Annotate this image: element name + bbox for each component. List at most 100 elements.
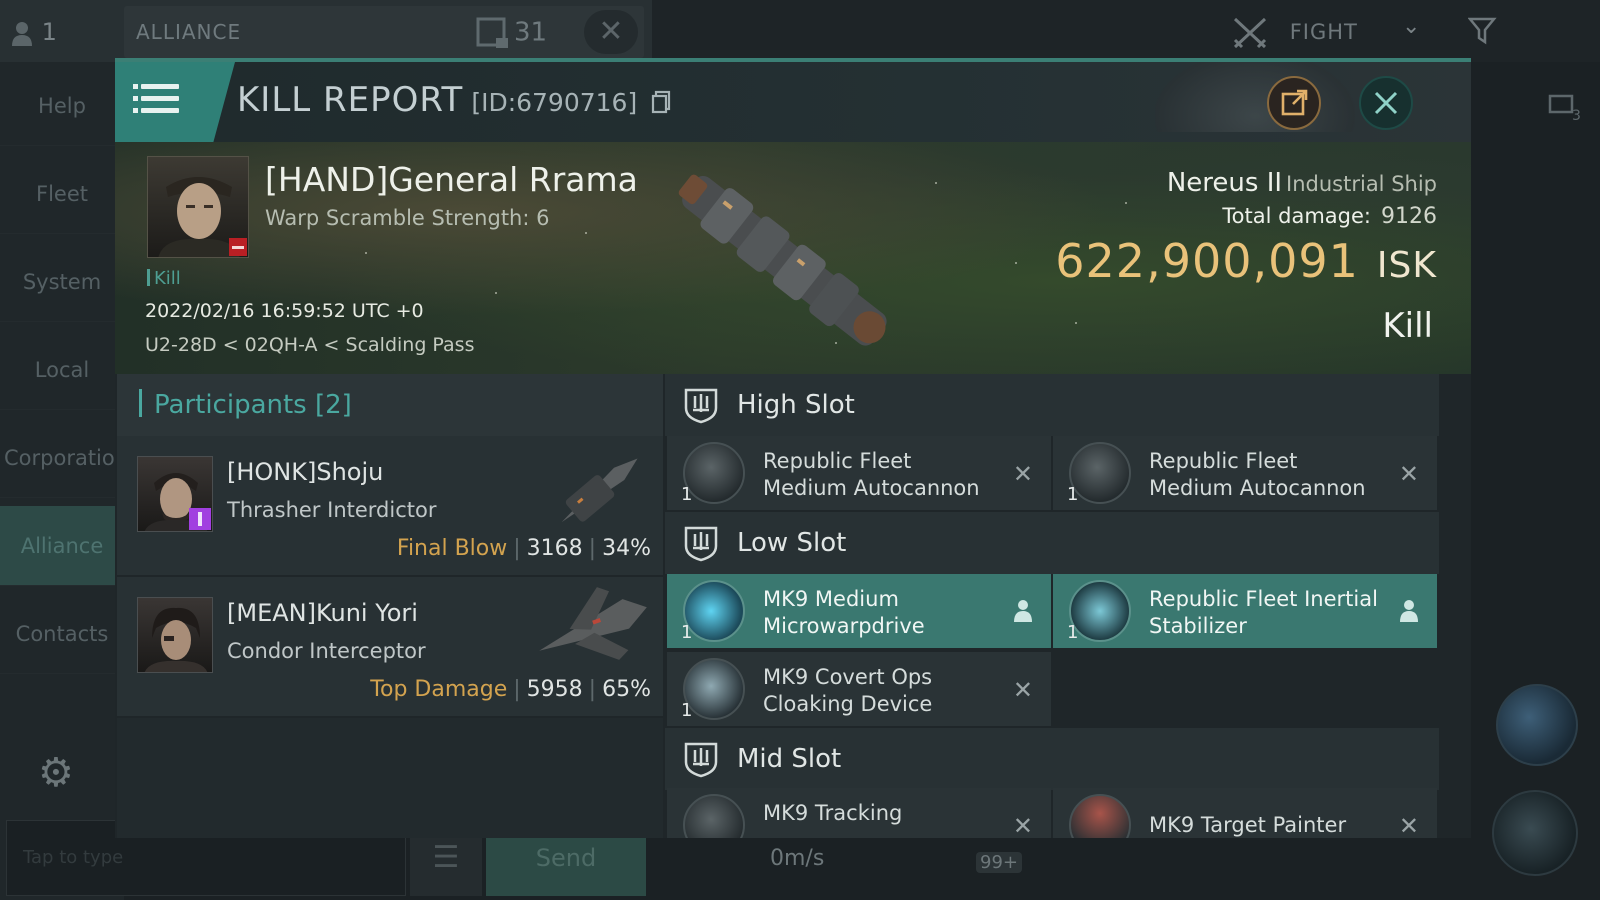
shield-slot-icon	[684, 526, 718, 562]
participant-role: Final Blow	[396, 536, 508, 561]
mail-count: 3	[1572, 108, 1581, 122]
sidebar-item-system[interactable]: System	[0, 242, 124, 322]
share-icon	[1281, 89, 1308, 116]
isk-amount: 622,900,091	[1055, 234, 1359, 288]
module-item[interactable]: MK9 Tracking ✕	[667, 788, 1051, 838]
module-quantity: 1	[681, 622, 693, 643]
module-item[interactable]: 1 MK9 Medium Microwarpdrive	[667, 574, 1051, 648]
sidebar-item-fleet[interactable]: Fleet	[0, 154, 124, 234]
module-quantity: 1	[1067, 484, 1079, 505]
fight-label: FIGHT	[1289, 20, 1358, 44]
isk-unit: ISK	[1376, 245, 1437, 286]
report-id: [ID:6790716]	[471, 88, 638, 117]
high-slot-title: High Slot	[737, 390, 855, 420]
sidebar-item-corporation[interactable]: Corporation	[0, 418, 128, 498]
mid-slot-title: Mid Slot	[737, 744, 842, 774]
module-name: Republic Fleet Medium Autocannon	[1149, 449, 1366, 500]
kill-location[interactable]: U2-28D < 02QH-A < Scalding Pass	[145, 334, 474, 356]
sidebar-item-alliance[interactable]: Alliance	[0, 506, 124, 586]
ship-orb-icon[interactable]	[1492, 790, 1578, 876]
participant-row[interactable]: [HONK]Shoju Thrasher Interdictor Final B…	[117, 436, 663, 577]
sidebar-item-help[interactable]: Help	[0, 66, 124, 146]
share-button[interactable]	[1267, 76, 1321, 130]
title-text: KILL REPORT	[237, 80, 464, 120]
participant-row[interactable]: [MEAN]Kuni Yori Condor Interceptor Top D…	[117, 577, 663, 718]
chat-header: 1 ALLIANCE 31 ✕	[0, 0, 652, 62]
mail-icon[interactable]: 3	[1548, 92, 1582, 126]
module-item[interactable]: MK9 Target Painter ✕	[1053, 788, 1437, 838]
victim-ship[interactable]: Nereus II Industrial Ship	[1167, 168, 1437, 198]
menu-button[interactable]	[115, 62, 235, 142]
user-icon	[12, 22, 32, 46]
participant-ship-image	[539, 587, 647, 660]
menu-icon	[133, 84, 179, 89]
channel-close-icon[interactable]: ✕	[584, 10, 638, 54]
looted-person-icon	[1013, 598, 1033, 628]
module-item[interactable]: 1 MK9 Covert Ops Cloaking Device ✕	[667, 652, 1051, 726]
participant-ship: Condor Interceptor	[227, 639, 426, 663]
header-decoration	[1155, 62, 1355, 132]
participant-name[interactable]: [HONK]Shoju	[227, 458, 383, 486]
module-name: MK9 Target Painter	[1149, 813, 1347, 837]
dialog-title: KILL REPORT [ID:6790716]	[237, 80, 671, 120]
filter-icon[interactable]	[1467, 16, 1498, 50]
channel-selector[interactable]: ALLIANCE 31 ✕	[124, 6, 644, 58]
module-name: MK9 Covert Ops Cloaking Device	[763, 665, 933, 716]
total-damage-label: Total damage:	[1222, 204, 1371, 228]
kill-report-dialog: KILL REPORT [ID:6790716] [HAND]General R…	[115, 58, 1471, 838]
fight-filter[interactable]: FIGHT	[1232, 16, 1358, 50]
module-quantity: 1	[1067, 622, 1079, 643]
ship-name: Nereus II	[1166, 168, 1283, 198]
total-damage-value: 9126	[1381, 204, 1437, 229]
member-count: 31	[476, 16, 547, 50]
participant-stats: Top Damage | 5958 | 65%	[370, 677, 651, 702]
participant-portrait[interactable]	[137, 597, 213, 673]
destroyed-icon: ✕	[1398, 460, 1419, 488]
module-name: MK9 Medium Microwarpdrive	[763, 587, 925, 638]
destroyed-icon: ✕	[1012, 460, 1033, 488]
member-count-value: 31	[514, 17, 548, 48]
victim-name[interactable]: [HAND]General Rrama	[265, 160, 638, 199]
module-name: Republic Fleet Inertial Stabilizer	[1149, 587, 1378, 638]
sidebar-item-local[interactable]: Local	[0, 330, 124, 410]
isk-value: 622,900,091 ISK	[1055, 234, 1437, 288]
destroyed-icon: ✕	[1012, 676, 1033, 704]
online-count[interactable]: 1	[12, 18, 57, 46]
module-quantity: 1	[681, 700, 693, 721]
close-icon	[1374, 91, 1398, 115]
destroyed-icon: ✕	[1012, 812, 1033, 838]
chevron-down-icon[interactable]: ⌄	[1402, 14, 1420, 39]
notification-badge: 99+	[976, 852, 1022, 873]
module-item[interactable]: 1 Republic Fleet Medium Autocannon ✕	[1053, 436, 1437, 510]
channel-name: ALLIANCE	[136, 20, 242, 44]
victim-banner: [HAND]General Rrama Warp Scramble Streng…	[115, 142, 1471, 374]
gear-icon[interactable]: ⚙	[38, 750, 74, 796]
module-item[interactable]: 1 Republic Fleet Medium Autocannon ✕	[667, 436, 1051, 510]
module-quantity: 1	[681, 484, 693, 505]
target-painter-icon	[1069, 794, 1131, 838]
module-item[interactable]: 1 Republic Fleet Inertial Stabilizer	[1053, 574, 1437, 648]
participant-ship: Thrasher Interdictor	[227, 498, 437, 522]
close-button[interactable]	[1359, 76, 1413, 130]
looted-person-icon	[1399, 598, 1419, 628]
sidebar-item-contacts[interactable]: Contacts	[0, 594, 124, 674]
tracking-computer-icon	[683, 794, 745, 838]
victim-ship-image	[678, 174, 887, 346]
copy-icon[interactable]	[651, 90, 671, 114]
module-name: MK9 Tracking	[763, 801, 903, 825]
skill-orb-icon[interactable]	[1496, 684, 1578, 766]
participant-damage: 3168	[526, 536, 583, 561]
shield-slot-icon	[684, 742, 718, 778]
participant-stats: Final Blow | 3168 | 34%	[396, 536, 651, 561]
dialog-header: KILL REPORT [ID:6790716]	[115, 62, 1471, 142]
participants-header: Participants [2]	[117, 374, 663, 436]
corp-badge-icon	[229, 238, 247, 256]
warp-scramble-strength: Warp Scramble Strength: 6	[265, 206, 550, 230]
participant-name[interactable]: [MEAN]Kuni Yori	[227, 599, 418, 627]
low-slot-header: Low Slot	[665, 512, 1439, 574]
participant-damage: 5958	[526, 677, 583, 702]
crossed-swords-icon	[1233, 17, 1267, 49]
ship-class: Industrial Ship	[1286, 172, 1437, 196]
participant-role: Top Damage	[370, 677, 508, 702]
participant-percent: 65%	[602, 677, 651, 702]
